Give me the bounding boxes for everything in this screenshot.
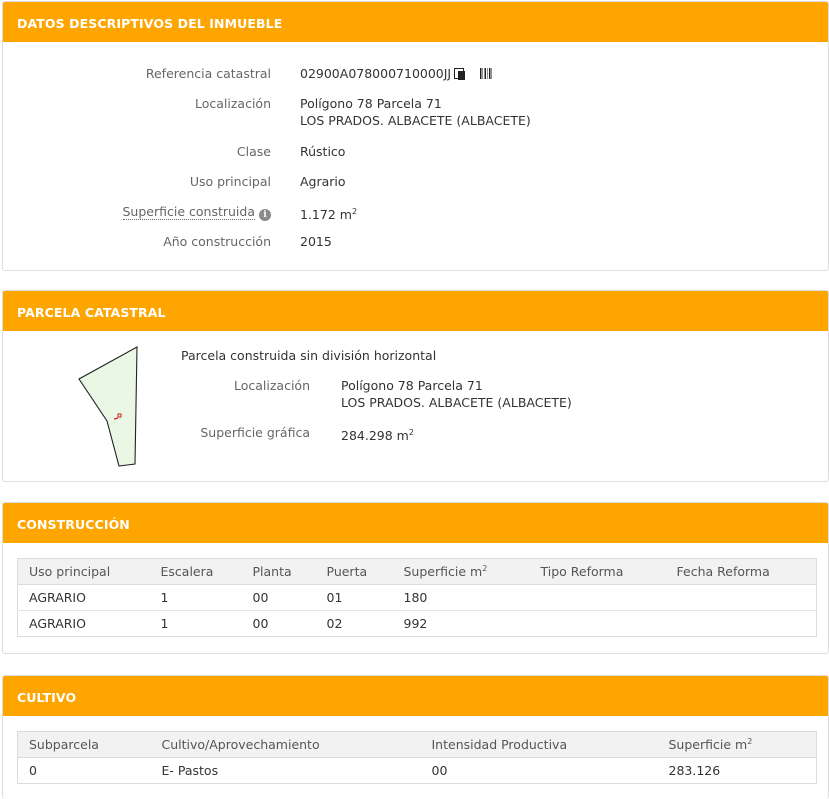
table-cell: AGRARIO bbox=[17, 584, 150, 611]
panel-cultivo: CULTIVO Subparcela Cultivo/Aprovechamien… bbox=[2, 675, 829, 799]
column-header-text: Superficie m bbox=[668, 737, 748, 752]
column-header-superficie: Superficie m2 bbox=[657, 731, 817, 758]
referencia-catastral-value[interactable]: 02900A078000710000JJ bbox=[300, 66, 451, 81]
clase-value: Rústico bbox=[300, 144, 346, 159]
table-row: 0 E- Pastos 00 283.126 bbox=[18, 758, 817, 784]
uso-principal-value: Agrario bbox=[300, 174, 346, 189]
column-header: Cultivo/Aprovechamiento bbox=[150, 731, 421, 758]
superficie-construida-unit-exponent: 2 bbox=[351, 207, 358, 216]
column-header: Escalera bbox=[149, 558, 242, 585]
table-cell bbox=[666, 611, 817, 637]
panel-header-parcela: PARCELA CATASTRAL bbox=[3, 291, 828, 331]
column-header: Puerta bbox=[315, 558, 393, 585]
superficie-grafica-label: Superficie gráfica bbox=[200, 425, 310, 440]
table-cell bbox=[530, 611, 666, 637]
panel-header-construccion: CONSTRUCCIÓN bbox=[3, 503, 828, 543]
table-header-row: Uso principal Escalera Planta Puerta Sup… bbox=[17, 558, 817, 585]
table-cell: 02 bbox=[326, 616, 343, 631]
cultivo-table: Subparcela Cultivo/Aprovechamiento Inten… bbox=[17, 731, 817, 784]
superficie-grafica-number: 284.298 m bbox=[341, 428, 409, 443]
parcela-localizacion-line2: LOS PRADOS. ALBACETE (ALBACETE) bbox=[341, 395, 572, 410]
localizacion-label: Localización bbox=[194, 96, 271, 111]
column-header: Fecha Reforma bbox=[665, 558, 817, 585]
table-cell: 1 bbox=[160, 616, 169, 631]
column-header: Subparcela bbox=[17, 731, 151, 758]
table-cell: 992 bbox=[403, 616, 428, 631]
parcel-map-thumbnail[interactable] bbox=[73, 343, 145, 469]
superficie-construida-label: Superficie construida i bbox=[3, 204, 271, 221]
superficie-grafica-unit-exponent: 2 bbox=[408, 428, 414, 437]
panel-parcela-catastral: PARCELA CATASTRAL Parcela construida sin… bbox=[2, 290, 829, 482]
parcela-title: Parcela construida sin división horizont… bbox=[181, 348, 437, 363]
uso-principal-label: Uso principal bbox=[189, 174, 271, 189]
panel-header-cultivo: CULTIVO bbox=[3, 676, 828, 716]
column-header: Tipo Reforma bbox=[529, 558, 666, 585]
table-row: AGRARIO 1 00 01 180 bbox=[17, 584, 817, 611]
referencia-catastral-row: 02900A078000710000JJ bbox=[300, 65, 494, 82]
table-cell: 00 bbox=[241, 584, 316, 611]
superficie-construida-label-text: Superficie construida bbox=[122, 204, 255, 220]
table-cell: 1 bbox=[149, 584, 242, 611]
column-header-exponent: 2 bbox=[482, 564, 488, 573]
column-header: Intensidad Productiva bbox=[420, 731, 658, 758]
column-header: Planta bbox=[241, 558, 316, 585]
localizacion-line1: Polígono 78 Parcela 71 bbox=[300, 96, 442, 111]
table-header-row: Subparcela Cultivo/Aprovechamiento Inten… bbox=[17, 731, 817, 758]
clase-label: Clase bbox=[236, 144, 271, 159]
anio-construccion-value: 2015 bbox=[300, 234, 332, 249]
table-cell bbox=[665, 584, 817, 611]
table-cell bbox=[529, 584, 666, 611]
info-icon[interactable]: i bbox=[259, 209, 271, 221]
panel-construccion: CONSTRUCCIÓN Uso principal Escalera Plan… bbox=[2, 502, 829, 654]
superficie-grafica-value: 284.298 m2 bbox=[341, 424, 414, 444]
column-header-superficie: Superficie m2 bbox=[392, 558, 530, 585]
parcela-localizacion-line1: Polígono 78 Parcela 71 bbox=[341, 378, 483, 393]
barcode-icon[interactable] bbox=[480, 68, 494, 79]
table-row: AGRARIO 1 00 02 992 bbox=[18, 611, 817, 637]
table-cell: 01 bbox=[315, 584, 393, 611]
anio-construccion-label: Año construcción bbox=[163, 234, 271, 249]
table-cell: E- Pastos bbox=[161, 763, 219, 778]
column-header-text: Superficie m bbox=[403, 564, 483, 579]
localizacion-line2: LOS PRADOS. ALBACETE (ALBACETE) bbox=[300, 113, 531, 128]
superficie-construida-number: 1.172 m bbox=[300, 207, 352, 222]
table-cell: 00 bbox=[431, 763, 448, 778]
table-cell: 180 bbox=[392, 584, 530, 611]
parcela-localizacion-label: Localización bbox=[233, 378, 310, 393]
column-header: Uso principal bbox=[17, 558, 150, 585]
copy-icon[interactable] bbox=[454, 68, 466, 80]
panel-header-datos-inmueble: DATOS DESCRIPTIVOS DEL INMUEBLE bbox=[3, 2, 828, 42]
column-header-exponent: 2 bbox=[747, 737, 753, 746]
construccion-table: Uso principal Escalera Planta Puerta Sup… bbox=[17, 558, 817, 637]
parcel-polygon bbox=[78, 346, 138, 467]
table-cell: 0 bbox=[29, 763, 37, 778]
table-cell: 00 bbox=[252, 616, 269, 631]
referencia-catastral-label: Referencia catastral bbox=[145, 66, 271, 81]
table-cell: 283.126 bbox=[668, 763, 721, 778]
table-cell: AGRARIO bbox=[29, 616, 86, 631]
superficie-construida-value: 1.172 m2 bbox=[300, 203, 357, 223]
panel-datos-inmueble: DATOS DESCRIPTIVOS DEL INMUEBLE Referenc… bbox=[2, 1, 829, 271]
